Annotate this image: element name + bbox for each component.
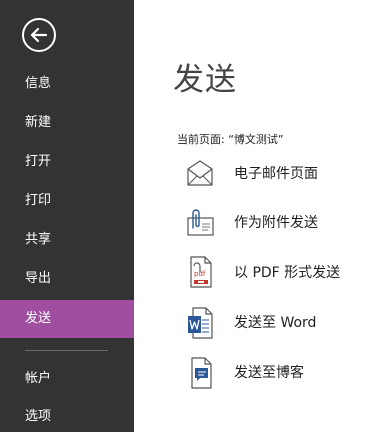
sidebar-item-open[interactable]: 打开 xyxy=(0,143,134,181)
email-page-button[interactable]: 电子邮件页面 xyxy=(184,153,364,193)
send-to-blog-label: 发送至博客 xyxy=(234,365,304,381)
sidebar-item-account[interactable]: 帐户 xyxy=(0,360,134,398)
backstage-sidebar: 信息 新建 打开 打印 共享 导出 发送 帐户 选项 xyxy=(0,0,134,432)
svg-text:pdf: pdf xyxy=(194,270,206,278)
pdf-icon: pdf xyxy=(190,256,212,288)
attachment-icon xyxy=(187,209,214,236)
send-to-word-label: 发送至 Word xyxy=(234,315,317,331)
send-as-attachment-label: 作为附件发送 xyxy=(234,215,318,231)
page-title: 发送 xyxy=(173,62,237,98)
send-as-pdf-label: 以 PDF 形式发送 xyxy=(234,265,341,281)
sidebar-item-share[interactable]: 共享 xyxy=(0,221,134,259)
send-to-word-button[interactable]: 发送至 Word xyxy=(184,302,364,342)
email-page-label: 电子邮件页面 xyxy=(234,166,318,182)
blog-icon xyxy=(191,357,212,389)
back-arrow-icon xyxy=(22,18,56,52)
envelope-icon xyxy=(187,160,213,186)
send-as-attachment-button[interactable]: 作为附件发送 xyxy=(184,202,364,242)
send-as-pdf-button[interactable]: pdf 以 PDF 形式发送 xyxy=(184,252,364,292)
sidebar-item-export[interactable]: 导出 xyxy=(0,260,134,298)
sidebar-item-print[interactable]: 打印 xyxy=(0,182,134,220)
send-panel: 发送 当前页面: “博文测试” 电子邮件页面 作为附件发送 pdf 以 PDF … xyxy=(134,0,370,432)
current-page-label: 当前页面: “博文测试” xyxy=(177,133,284,146)
send-to-blog-button[interactable]: 发送至博客 xyxy=(184,352,364,392)
sidebar-item-info[interactable]: 信息 xyxy=(0,65,134,103)
word-icon xyxy=(188,307,213,339)
sidebar-item-new[interactable]: 新建 xyxy=(0,104,134,142)
back-button[interactable] xyxy=(21,17,57,53)
sidebar-item-options[interactable]: 选项 xyxy=(0,398,134,436)
sidebar-item-send[interactable]: 发送 xyxy=(0,300,134,338)
sidebar-divider xyxy=(25,350,108,351)
